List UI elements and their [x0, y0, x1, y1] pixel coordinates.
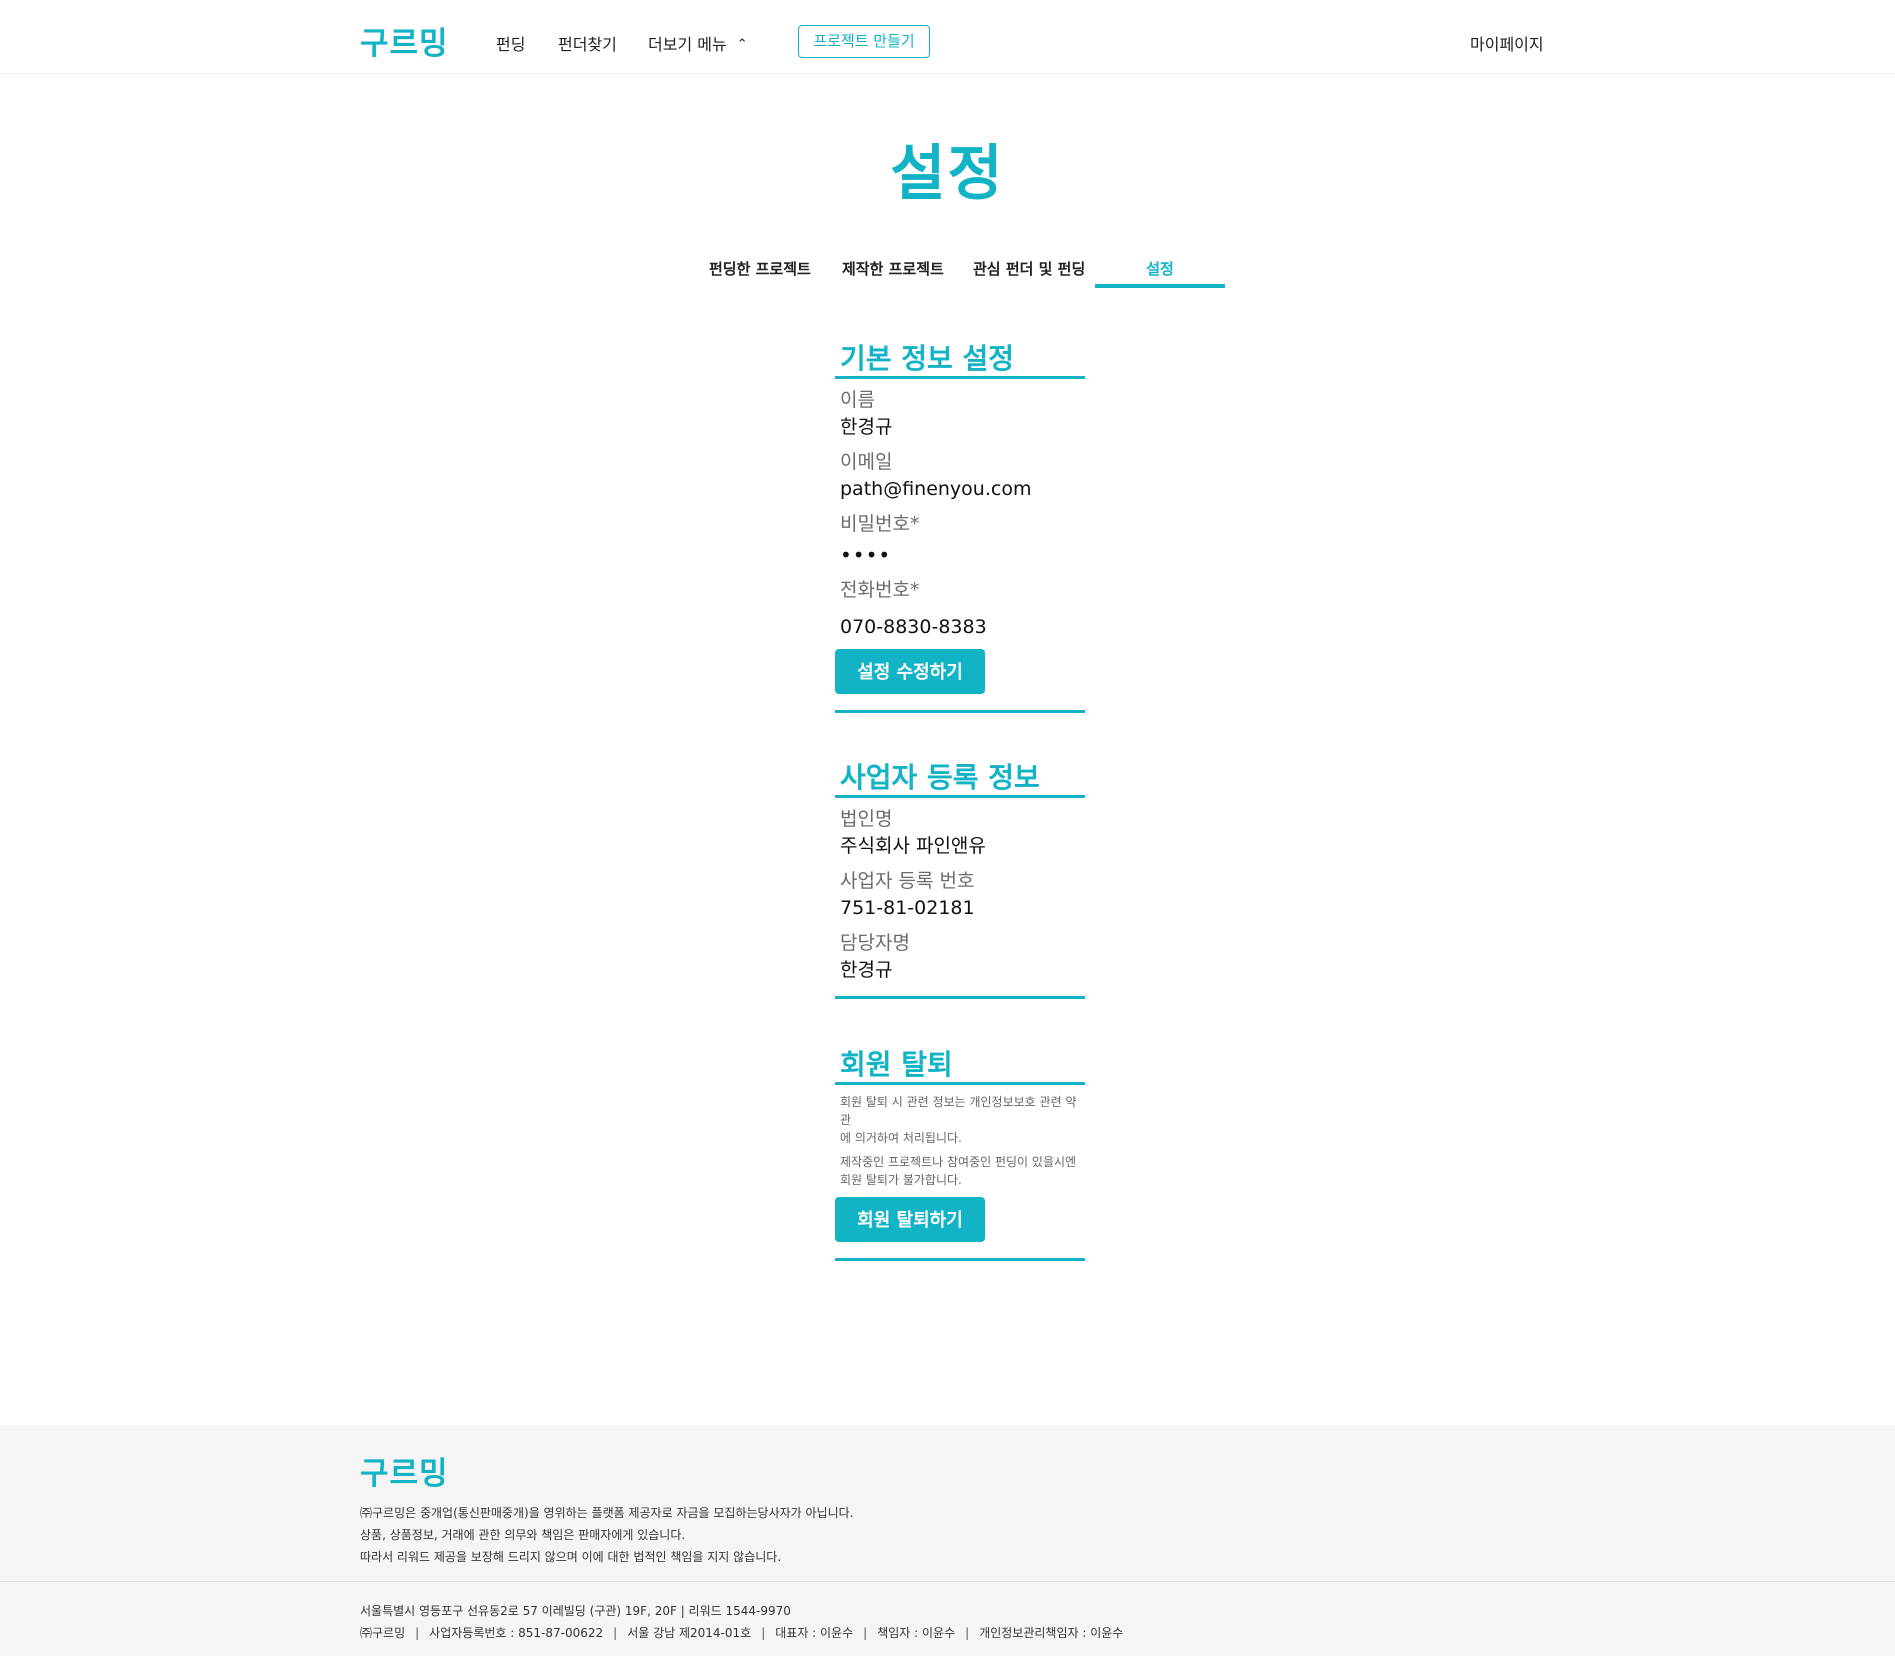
manager-value: 한경규: [840, 959, 893, 981]
section-divider: [835, 1258, 1085, 1261]
email-value: path@finenyou.com: [840, 478, 1032, 500]
withdraw-title: 회원 탈퇴: [835, 1048, 1085, 1085]
email-label: 이메일: [840, 451, 893, 473]
disclaimer-line-1: ㈜구르밍은 중개업(통신판매중개)을 영위하는 플랫폼 제공자로 자금을 모집하…: [360, 1506, 854, 1520]
nav-funder-search[interactable]: 펀더찾기: [558, 31, 617, 55]
mypage-link[interactable]: 마이페이지: [1470, 31, 1544, 55]
footer-ceo: 대표자 : 이윤수: [775, 1626, 854, 1640]
separator: |: [761, 1626, 766, 1640]
withdraw-notice-2: 제작중인 프로젝트나 참여중인 펀딩이 있을시엔 회원 탈퇴가 불가합니다.: [835, 1153, 1085, 1189]
business-info-section: 사업자 등록 정보 법인명 주식회사 파인앤유 사업자 등록 번호 751-81…: [835, 761, 1085, 999]
business-info-title: 사업자 등록 정보: [835, 761, 1085, 798]
withdraw-notice-1: 회원 탈퇴 시 관련 정보는 개인정보보호 관련 약관 에 의거하여 처리됩니다…: [835, 1093, 1085, 1147]
company-value: 주식회사 파인앤유: [840, 835, 986, 857]
page-title: 설정: [890, 139, 1005, 209]
footer-address: 서울특별시 영등포구 선유동2로 57 이레빌딩 (구관) 19F, 20F |…: [360, 1604, 791, 1618]
section-divider: [835, 996, 1085, 999]
chevron-up-icon: ⌃: [736, 37, 748, 52]
separator: |: [965, 1626, 970, 1640]
tab-funded-projects[interactable]: 펀딩한 프로젝트: [709, 258, 811, 279]
footer-privacy-officer: 개인정보관리책임자 : 이윤수: [979, 1626, 1124, 1640]
footer: 구르밍 ㈜구르밍은 중개업(통신판매중개)을 영위하는 플랫폼 제공자로 자금을…: [0, 1425, 1895, 1656]
footer-company-info: 서울특별시 영등포구 선유동2로 57 이레빌딩 (구관) 19F, 20F |…: [360, 1600, 1123, 1644]
withdraw-section: 회원 탈퇴 회원 탈퇴 시 관련 정보는 개인정보보호 관련 약관 에 의거하여…: [835, 1048, 1085, 1261]
separator: |: [415, 1626, 420, 1640]
footer-responsible: 책임자 : 이윤수: [877, 1626, 956, 1640]
footer-disclaimer: ㈜구르밍은 중개업(통신판매중개)을 영위하는 플랫폼 제공자로 자금을 모집하…: [360, 1502, 853, 1568]
phone-field[interactable]: 070-8830-8383: [835, 613, 1085, 641]
withdraw-notice-1-line-1: 회원 탈퇴 시 관련 정보는 개인정보보호 관련 약관: [840, 1095, 1077, 1127]
password-field[interactable]: ••••: [835, 541, 1085, 569]
reg-no-label: 사업자 등록 번호: [840, 870, 975, 892]
separator: |: [613, 1626, 618, 1640]
manager-label: 담당자명: [840, 932, 910, 954]
logo[interactable]: 구르밍: [360, 18, 449, 63]
password-label: 비밀번호*: [840, 513, 920, 535]
withdraw-notice-1-line-2: 에 의거하여 처리됩니다.: [840, 1131, 962, 1145]
nav-more-menu[interactable]: 더보기 메뉴 ⌃: [648, 31, 748, 55]
footer-company-line: ㈜구르밍 | 사업자등록번호 : 851-87-00622 | 서울 강남 제2014-…: [360, 1622, 1123, 1644]
tab-settings[interactable]: 설정: [1095, 258, 1225, 279]
top-header: 구르밍 펀딩 펀더찾기 더보기 메뉴 ⌃ 프로젝트 만들기 마이페이지: [0, 0, 1895, 74]
withdraw-notice-2-line-1: 제작중인 프로젝트나 참여중인 펀딩이 있을시엔: [840, 1155, 1077, 1169]
footer-company-name: ㈜구르밍: [360, 1626, 406, 1640]
active-tab-indicator: [1095, 284, 1225, 288]
section-divider: [835, 710, 1085, 713]
withdraw-notice-2-line-2: 회원 탈퇴가 불가합니다.: [840, 1173, 962, 1187]
footer-divider: [0, 1581, 1895, 1582]
withdraw-button[interactable]: 회원 탈퇴하기: [835, 1197, 985, 1242]
tab-created-projects[interactable]: 제작한 프로젝트: [842, 258, 944, 279]
basic-info-section: 기본 정보 설정 이름 한경규 이메일 path@finenyou.com 비밀…: [835, 342, 1085, 713]
nav-more-menu-label: 더보기 메뉴: [648, 35, 727, 54]
nav-funding[interactable]: 펀딩: [496, 31, 525, 55]
footer-logo[interactable]: 구르밍: [360, 1448, 449, 1493]
name-label: 이름: [840, 389, 875, 411]
footer-biz-reg: 사업자등록번호 : 851-87-00622: [429, 1626, 604, 1640]
phone-label: 전화번호*: [840, 579, 920, 601]
separator: |: [863, 1626, 868, 1640]
name-value: 한경규: [840, 416, 893, 438]
basic-info-title: 기본 정보 설정: [835, 342, 1085, 379]
create-project-button[interactable]: 프로젝트 만들기: [798, 25, 930, 58]
disclaimer-line-2: 상품, 상품정보, 거래에 관한 의무와 책임은 판매자에게 있습니다.: [360, 1528, 686, 1542]
company-label: 법인명: [840, 808, 893, 830]
tab-favorites[interactable]: 관심 펀더 및 펀딩: [973, 258, 1085, 279]
disclaimer-line-3: 따라서 리워드 제공을 보장해 드리지 않으며 이에 대한 법적인 책임을 지지…: [360, 1550, 782, 1564]
save-settings-button[interactable]: 설정 수정하기: [835, 649, 985, 694]
reg-no-value: 751-81-02181: [840, 897, 975, 919]
footer-telecom: 서울 강남 제2014-01호: [627, 1626, 752, 1640]
